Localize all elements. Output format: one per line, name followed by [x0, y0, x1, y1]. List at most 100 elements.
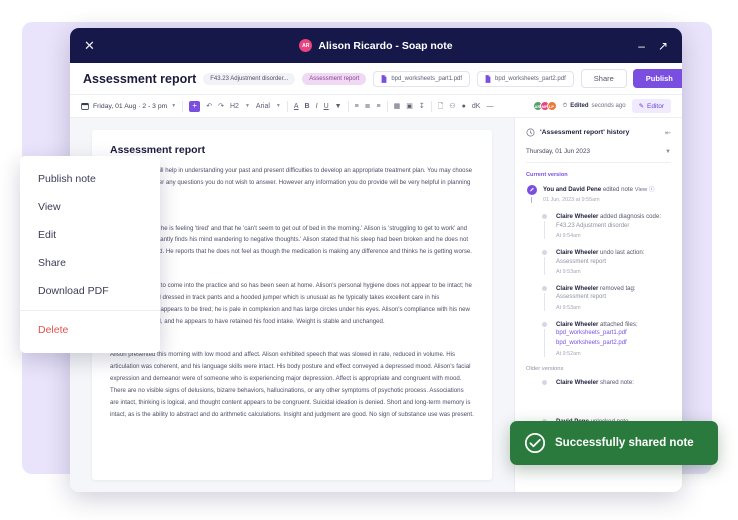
calendar-icon — [81, 103, 89, 110]
attached-file-2-label: bpd_worksheets_part2.pdf — [495, 75, 566, 82]
entry-main: You and David Pene edited note View ⓘ — [543, 185, 671, 195]
entry-body: You and David Pene edited note View ⓘ 01… — [543, 185, 671, 203]
undo-icon[interactable]: ↶ — [206, 103, 212, 110]
toolbar-divider — [347, 100, 349, 112]
header-actions: Share Publish — [580, 69, 682, 88]
highlight-icon[interactable]: ▼ — [335, 103, 342, 110]
menu-item-edit[interactable]: Edit — [20, 221, 160, 249]
attached-file-1[interactable]: bpd_worksheets_part1.pdf — [373, 70, 471, 87]
history-entry[interactable]: Claire Wheeler added diagnosis code: F43… — [526, 212, 671, 240]
screenshot-root: ✕ AR Alison Ricardo - Soap note – ↗ Asse… — [0, 0, 738, 520]
underline-button[interactable]: U — [324, 103, 329, 110]
older-versions-label: Older versions — [526, 365, 564, 372]
entry-rail — [526, 185, 537, 203]
entry-time: At 9:54am — [556, 233, 581, 240]
pdf-file-icon — [485, 74, 491, 83]
entry-body: Claire Wheeler attached files: bpd_works… — [556, 320, 671, 357]
section-label-assessment: Assessment: — [110, 337, 474, 349]
entry-main: Claire Wheeler undo last action: — [556, 248, 671, 257]
entry-action: undo last action: — [600, 249, 645, 257]
diagnosis-code-chip[interactable]: F43.23 Adjustment disorder... — [203, 72, 296, 85]
history-entry[interactable]: You and David Pene edited note View ⓘ 01… — [526, 185, 671, 203]
clear-format-button[interactable]: dK — [472, 103, 481, 110]
history-entry[interactable]: Claire Wheeler attached files: bpd_works… — [526, 320, 671, 357]
window-title: Alison Ricardo - Soap note — [318, 39, 453, 52]
history-title: 'Assessment report' history — [540, 129, 630, 136]
appointment-date-label: Friday, 01 Aug · 2 - 3 pm — [93, 102, 168, 110]
table-icon[interactable]: ▦ — [394, 103, 401, 110]
entry-action: shared note: — [600, 378, 634, 386]
tag-chip[interactable]: Assessment report — [302, 72, 367, 85]
entry-file-link-1[interactable]: bpd_worksheets_part1.pdf — [556, 329, 671, 339]
section-text-subjective: Alison reports that he is feeling 'tired… — [110, 224, 473, 256]
align-icon[interactable]: ≡ — [377, 103, 381, 110]
entry-action: edited note — [602, 186, 634, 193]
menu-item-share[interactable]: Share — [20, 249, 160, 277]
collaborator-avatars[interactable]: AR MF LP — [532, 101, 557, 111]
entry-rail — [539, 248, 550, 276]
entry-body: Claire Wheeler shared note: — [556, 378, 671, 387]
toast-notification: Successfully shared note — [510, 421, 718, 465]
expand-icon[interactable]: ↗ — [658, 40, 668, 52]
menu-item-download-pdf[interactable]: Download PDF — [20, 277, 160, 305]
history-entry[interactable]: Claire Wheeler undo last action: Assessm… — [526, 248, 671, 276]
entry-time: 01 Jun, 2023 at 9:55am — [543, 196, 600, 203]
record-icon[interactable]: ● — [462, 103, 466, 110]
info-icon[interactable]: ⓘ — [649, 187, 655, 193]
toolbar-right: AR MF LP ⏱ Edited seconds ago ✎ Editor — [532, 99, 671, 113]
close-icon[interactable]: ✕ — [84, 39, 95, 52]
editor-mode-button[interactable]: ✎ Editor — [631, 99, 671, 113]
menu-item-publish-note[interactable]: Publish note — [20, 165, 160, 193]
collaborator-avatar-3: LP — [546, 101, 557, 111]
entry-actor: You and David Pene — [543, 186, 602, 193]
heading-select[interactable]: H2 — [230, 103, 239, 110]
entry-view-link[interactable]: View — [635, 187, 647, 193]
appointment-date-selector[interactable]: Friday, 01 Aug · 2 - 3 pm ▼ — [81, 102, 176, 110]
titlebar-center: AR Alison Ricardo - Soap note — [70, 28, 682, 63]
share-button[interactable]: Share — [580, 69, 627, 88]
publish-button[interactable]: Publish — [632, 69, 682, 88]
check-circle-icon — [524, 432, 546, 454]
text-color-button[interactable]: A — [294, 103, 299, 110]
clock-icon: ⏱ — [562, 102, 568, 109]
document-title: Assessment report — [110, 144, 206, 156]
entry-action: removed tag: — [600, 285, 636, 293]
menu-item-view[interactable]: View — [20, 193, 160, 221]
history-entry[interactable]: Claire Wheeler removed tag: Assessment r… — [526, 284, 671, 311]
bold-button[interactable]: B — [305, 103, 310, 110]
menu-item-delete[interactable]: Delete — [20, 316, 160, 344]
link-icon[interactable]: ⚇ — [449, 103, 455, 110]
attached-file-2[interactable]: bpd_worksheets_part2.pdf — [477, 70, 574, 87]
entry-detail: F43.23 Adjustment disorder — [556, 222, 630, 229]
entry-file-link-2[interactable]: bpd_worksheets_part2.pdf — [556, 339, 671, 349]
timeline-rail — [544, 293, 545, 311]
toolbar-divider — [286, 100, 288, 112]
section-text-objective: Alison was unable to come into the pract… — [110, 282, 472, 325]
document-section-subjective: Subjective: Alison reports that he is fe… — [110, 210, 474, 259]
file-icon[interactable]: 🗋 — [438, 103, 444, 110]
download-icon[interactable]: ↧ — [419, 103, 425, 110]
divider-icon[interactable]: — — [486, 103, 493, 110]
history-entry[interactable]: Claire Wheeler shared note: — [526, 378, 671, 387]
attached-file-1-label: bpd_worksheets_part1.pdf — [391, 75, 463, 82]
history-date-group[interactable]: Thursday, 01 Jun 2023 ▼ — [526, 148, 671, 163]
history-clock-icon — [526, 128, 535, 137]
window-controls: – ↗ — [638, 40, 668, 52]
image-icon[interactable]: ▣ — [406, 103, 413, 110]
entry-detail: Assessment report — [556, 258, 607, 265]
font-select[interactable]: Arial — [256, 103, 270, 110]
numbered-list-icon[interactable]: ≣ — [365, 103, 371, 110]
insert-button[interactable]: + — [189, 100, 201, 112]
timeline-rail — [544, 257, 545, 276]
bullet-list-icon[interactable]: ≡ — [355, 103, 359, 110]
editor-mode-label: Editor — [647, 102, 664, 110]
bullet-dot-icon — [542, 250, 547, 256]
entry-main: Claire Wheeler added diagnosis code: F43… — [556, 212, 671, 232]
collapse-panel-icon[interactable]: ⇤ — [665, 129, 671, 137]
chevron-down-icon: ▼ — [665, 148, 671, 155]
redo-icon[interactable]: ↷ — [218, 103, 224, 110]
italic-button[interactable]: I — [316, 103, 318, 110]
minimize-icon[interactable]: – — [638, 40, 645, 52]
entry-main: Claire Wheeler removed tag: — [556, 284, 671, 293]
entry-action: added diagnosis code: — [600, 212, 662, 220]
